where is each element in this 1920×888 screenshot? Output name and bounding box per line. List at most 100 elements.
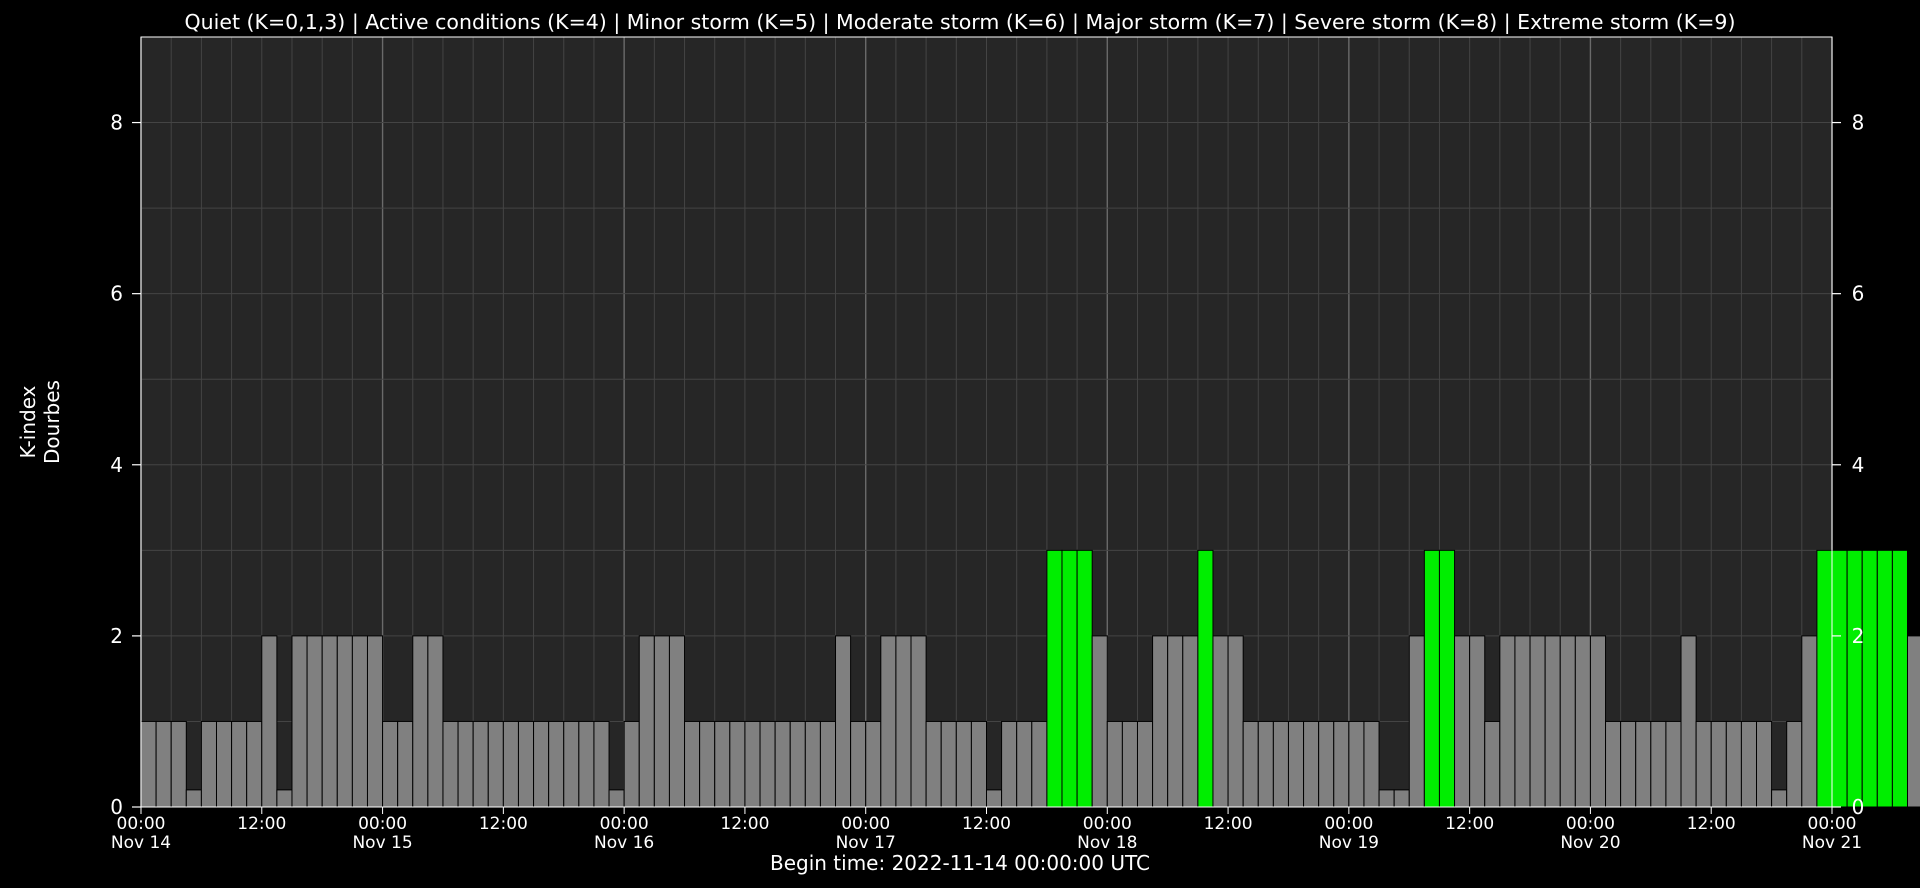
k-index-bar bbox=[321, 635, 338, 808]
x-tick-time-label: 00:00 bbox=[1566, 814, 1615, 834]
y-tick-label-right: 6 bbox=[1852, 282, 1865, 306]
k-index-bar bbox=[714, 720, 731, 808]
x-tick-time-label: 12:00 bbox=[237, 814, 286, 834]
k-index-bar bbox=[910, 635, 927, 808]
k-index-bar bbox=[170, 720, 187, 808]
k-index-bar bbox=[1725, 720, 1742, 808]
k-index-bar bbox=[457, 720, 474, 808]
k-index-bar bbox=[1740, 720, 1758, 808]
k-index-bar bbox=[1257, 720, 1274, 808]
k-index-bar bbox=[1438, 549, 1456, 808]
k-index-bar bbox=[1031, 720, 1048, 808]
k-index-bar bbox=[1182, 635, 1199, 808]
k-index-bar bbox=[185, 789, 202, 808]
k-index-bar bbox=[442, 720, 459, 808]
x-tick-time-label: 00:00 bbox=[1324, 814, 1373, 834]
y-tick-label-left: 8 bbox=[110, 111, 123, 135]
k-index-bar bbox=[940, 720, 957, 808]
k-index-bar bbox=[261, 635, 278, 808]
k-index-bar bbox=[789, 720, 806, 808]
k-index-bar bbox=[1559, 635, 1576, 808]
x-tick-date-label: Nov 17 bbox=[836, 833, 896, 853]
x-tick-date-label: Nov 20 bbox=[1560, 833, 1620, 853]
k-index-bar bbox=[835, 635, 852, 808]
k-index-bar bbox=[1620, 720, 1637, 808]
k-index-bar bbox=[412, 635, 429, 808]
x-tick-time-label: 12:00 bbox=[1445, 814, 1494, 834]
k-index-bar bbox=[608, 789, 625, 808]
k-index-bar bbox=[1574, 635, 1591, 808]
y-tick-label-right: 4 bbox=[1852, 453, 1865, 477]
k-index-bar bbox=[1529, 635, 1546, 808]
k-index-bar bbox=[895, 635, 912, 808]
k-index-bar bbox=[1016, 720, 1033, 808]
k-index-bar bbox=[548, 720, 565, 808]
k-index-bar bbox=[1635, 720, 1652, 808]
k-index-bar bbox=[1801, 635, 1818, 808]
k-index-bar bbox=[925, 720, 942, 808]
y-tick-label-left: 6 bbox=[110, 282, 123, 306]
k-index-bar bbox=[578, 720, 595, 808]
k-index-bar bbox=[382, 720, 399, 808]
k-index-bar bbox=[1861, 549, 1878, 808]
k-index-bar bbox=[1589, 635, 1607, 808]
k-index-bar bbox=[246, 720, 263, 808]
x-tick-time-label: 12:00 bbox=[1687, 814, 1736, 834]
k-index-bar bbox=[1287, 720, 1305, 808]
k-index-bar bbox=[1484, 720, 1501, 808]
k-index-bar bbox=[397, 720, 414, 808]
k-index-bar bbox=[1318, 720, 1335, 808]
k-index-bar bbox=[1061, 549, 1078, 808]
plot-area: 0 02 24 46 68 800:00Nov 1412:00 00:00Nov 1512:… bbox=[110, 36, 1920, 853]
k-index-bar bbox=[638, 635, 655, 808]
y-axis-label-line-2: Dourbes bbox=[40, 380, 64, 464]
k-index-bar bbox=[1152, 635, 1169, 808]
k-index-bar bbox=[215, 720, 233, 808]
k-index-bar bbox=[1544, 635, 1561, 808]
x-tick-date-label: Nov 18 bbox=[1077, 833, 1137, 853]
k-index-bar bbox=[1680, 635, 1697, 808]
k-index-bar bbox=[744, 720, 761, 808]
x-tick-date-label: Nov 19 bbox=[1319, 833, 1379, 853]
k-index-bar bbox=[1348, 720, 1365, 808]
k-index-bar bbox=[1891, 549, 1908, 808]
y-axis-label: K-index Dourbes bbox=[16, 380, 64, 464]
k-index-bar bbox=[1091, 635, 1108, 808]
k-index-bar bbox=[1167, 635, 1184, 808]
k-index-bar bbox=[533, 720, 550, 808]
k-index-bar bbox=[819, 720, 837, 808]
x-tick-time-label: 12:00 bbox=[962, 814, 1011, 834]
k-index-bar bbox=[1001, 720, 1018, 808]
k-index-bar bbox=[502, 720, 519, 808]
k-index-bar bbox=[1846, 549, 1863, 808]
k-index-bar bbox=[759, 720, 776, 808]
k-index-bar bbox=[1454, 635, 1471, 808]
k-index-bar bbox=[1136, 720, 1154, 808]
k-index-bar bbox=[366, 635, 384, 808]
k-index-bar bbox=[668, 635, 686, 808]
k-index-bar bbox=[1650, 720, 1667, 808]
k-index-bar bbox=[1756, 720, 1773, 808]
k-index-bar bbox=[1227, 635, 1244, 808]
chart-title: Quiet (K=0,1,3) | Active conditions (K=4… bbox=[185, 10, 1736, 35]
x-tick-time-label: 00:00 bbox=[358, 814, 407, 834]
k-index-bar bbox=[1710, 720, 1727, 808]
k-index-bar bbox=[1695, 720, 1712, 808]
y-tick-label-left: 2 bbox=[110, 624, 123, 648]
k-index-bar bbox=[955, 720, 972, 808]
x-tick-time-label: 00:00 bbox=[1083, 814, 1132, 834]
k-index-bar bbox=[1363, 720, 1380, 808]
x-tick-date-label: Nov 16 bbox=[594, 833, 654, 853]
k-index-bar bbox=[517, 720, 535, 808]
x-tick-time-label: 12:00 bbox=[720, 814, 769, 834]
k-index-bar bbox=[1665, 720, 1682, 808]
k-index-bar bbox=[1303, 720, 1320, 808]
k-index-bar bbox=[1333, 720, 1350, 808]
k-index-bar bbox=[291, 635, 308, 808]
y-tick-label-left: 4 bbox=[110, 453, 123, 477]
k-index-bar bbox=[336, 635, 353, 808]
y-axis-label-line-1: K-index bbox=[16, 385, 40, 458]
k-index-bar bbox=[970, 720, 988, 808]
x-tick-time-label: 12:00 bbox=[1204, 814, 1253, 834]
k-index-bar bbox=[1499, 635, 1516, 808]
